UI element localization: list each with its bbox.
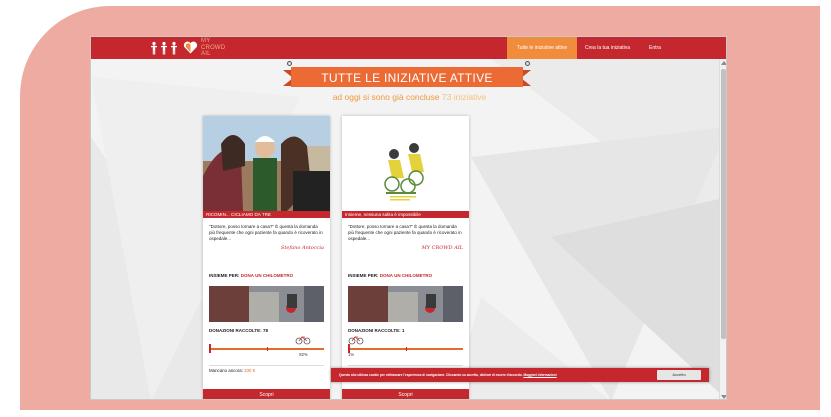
completed-initiatives-subtitle: ad oggi si sono già concluse 73 iniziati… [91,92,726,102]
brand-line-3: AIL [201,51,211,57]
donations-value: 78 [262,328,268,333]
initiative-photo[interactable] [203,116,330,211]
cycling-image [348,286,463,322]
missing-value: 330 € [244,368,256,373]
progress-percent: 1% [348,352,355,357]
cycling-image [209,286,324,322]
card-divider [348,365,463,366]
amount-missing: Mancano ancora: 330 € [209,368,255,373]
donations-value: 1 [401,328,405,333]
discover-button[interactable]: Scopri [203,389,330,399]
together-value: DONA UN CHILOMETRO [240,273,294,278]
donations-label: DONAZIONI RACCOLTE: [348,328,401,333]
together-label: INSIEME PER: [209,273,240,278]
missing-label: Mancano ancora: [209,368,243,373]
scroll-thumb[interactable] [721,69,726,339]
nav-login[interactable]: Entra [645,37,665,59]
cookie-more-link[interactable]: Maggiori informazioni [524,373,557,377]
cookie-message: Questo sito utilizza cookie per ottimizz… [339,373,523,377]
card-together-for: INSIEME PER: DONA UN CHILOMETRO [209,273,293,278]
card-quote: "Dottore, posso tornare a casa?" È quest… [209,224,323,241]
bike-marker-icon [348,336,364,345]
card-title-band: RICOMIN... CICLIAMO DA TRE [203,211,330,218]
subtitle-prefix: ad oggi si sono già concluse [332,92,440,102]
discover-button[interactable]: Scopri [342,389,469,399]
together-value: DONA UN CHILOMETRO [379,273,433,278]
cookie-text: Questo sito utilizza cookie per ottimizz… [339,368,557,382]
progress-percent: 82% [299,352,308,357]
initiative-card[interactable]: RICOMIN... CICLIAMO DA TRE "Dottore, pos… [203,116,330,399]
people-logo-icon[interactable] [149,41,183,55]
card-quote: "Dottore, posso tornare a casa?" È quest… [348,224,462,241]
card-divider [209,365,324,366]
browser-viewport: MY CROWD AIL Tutte le iniziative attive … [90,36,727,400]
ribbon-pin-left [287,61,292,66]
progress-bar: 1% [348,336,463,357]
page-title: TUTTE LE INIZIATIVE ATTIVE [321,71,493,85]
progress-tick [266,347,268,351]
top-navbar: MY CROWD AIL Tutte le iniziative attive … [91,37,726,59]
initiative-poster[interactable] [342,116,469,211]
title-ribbon: TUTTE LE INIZIATIVE ATTIVE [283,67,531,89]
progress-tick [405,347,407,351]
donations-label: DONAZIONI RACCOLTE: [209,328,262,333]
donations-collected: DONAZIONI RACCOLTE: 78 [209,328,268,333]
card-together-for: INSIEME PER: DONA UN CHILOMETRO [348,273,432,278]
vertical-scrollbar[interactable] [719,59,726,399]
card-title-band: Insieme, nessuna salita è impossibile [342,211,469,218]
brand-wordmark[interactable]: MY CROWD AIL [201,38,225,58]
completed-count: 73 iniziative [441,92,487,102]
progress-bar: 82% [209,336,324,357]
ribbon-pin-right [525,61,530,66]
heart-logo-icon[interactable] [183,40,198,55]
scroll-down-arrow-icon[interactable] [721,395,726,399]
nav-all-initiatives[interactable]: Tutte le iniziative attive [507,37,577,59]
scroll-up-arrow-icon[interactable] [721,61,726,65]
cookie-accept-button[interactable]: Accetto [657,370,701,380]
card-signature: Stefano Antoccia [280,245,324,251]
donations-collected: DONAZIONI RACCOLTE: 1 [348,328,404,333]
progress-start [209,344,211,353]
nav-create-initiative[interactable]: Crea la tua iniziativa [581,37,634,59]
together-label: INSIEME PER: [348,273,379,278]
cookie-banner: Questo sito utilizza cookie per ottimizz… [331,368,709,382]
initiative-card[interactable]: Insieme, nessuna salita è impossibile "D… [342,116,469,399]
bike-marker-icon [295,336,311,345]
card-signature: MY CROWD AIL [421,245,463,251]
